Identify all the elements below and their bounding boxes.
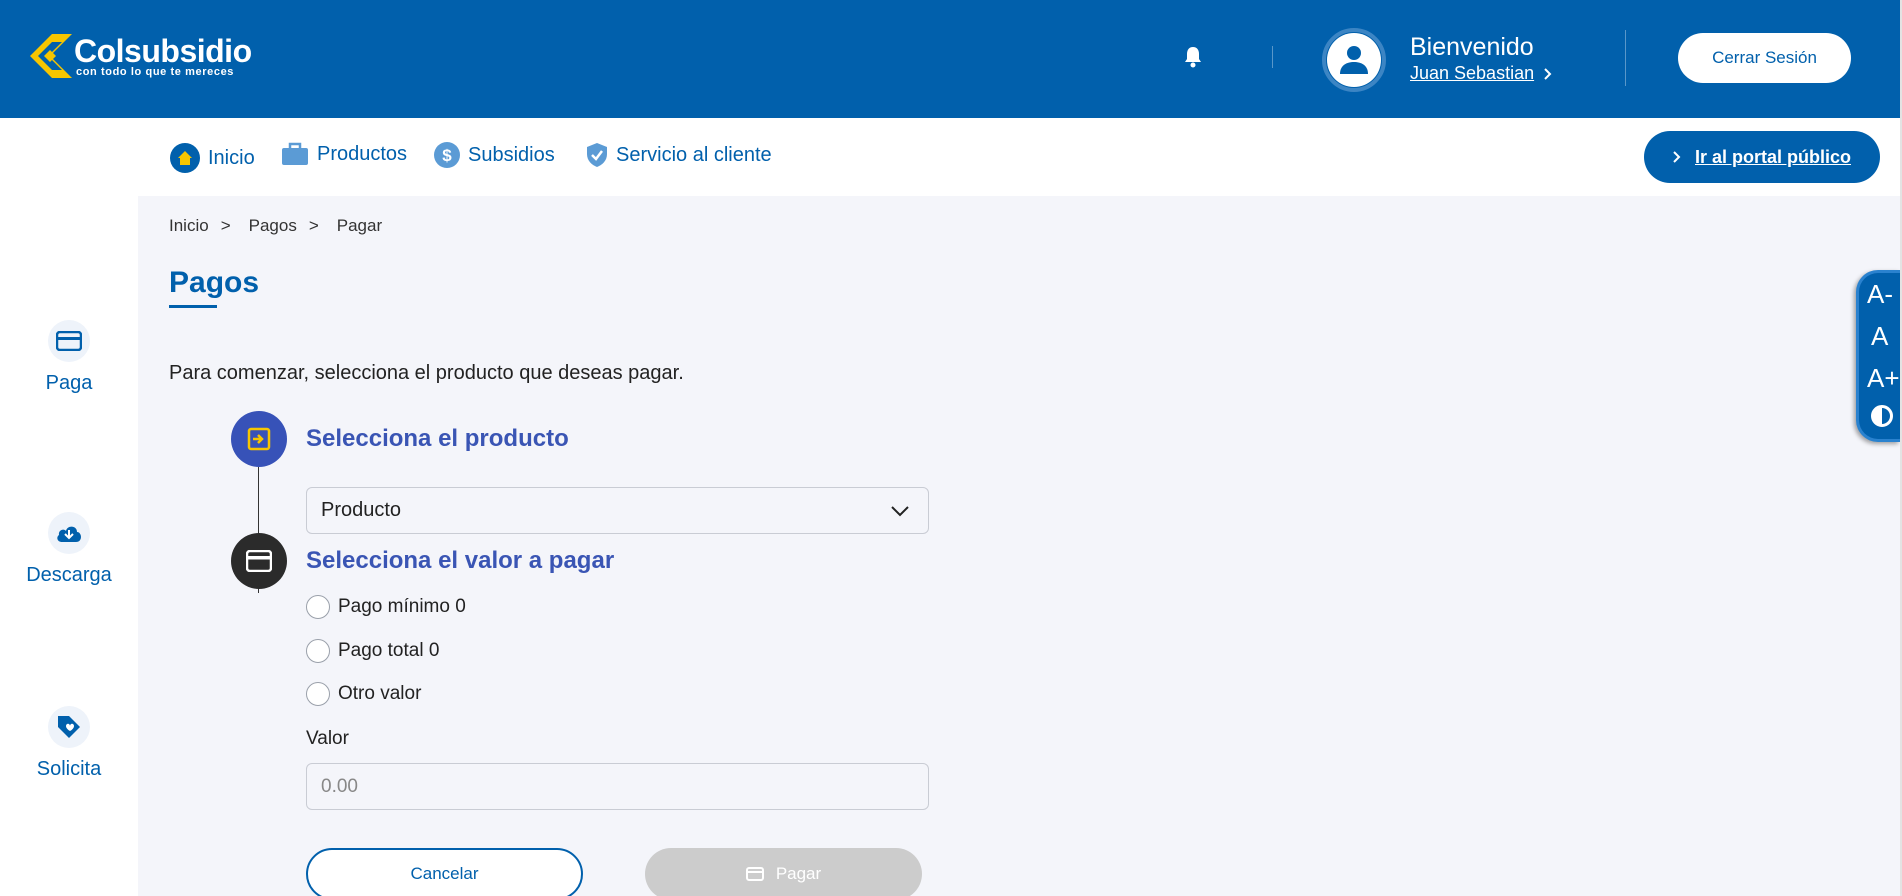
nav-item-productos[interactable]: Productos: [281, 142, 407, 166]
chevron-right-icon: [1673, 151, 1681, 163]
tag-heart-icon: [48, 706, 90, 748]
chevron-right-icon: [1544, 67, 1552, 80]
nav-item-servicio[interactable]: Servicio al cliente: [586, 142, 772, 168]
sidebar-item-label: Descarga: [26, 564, 112, 586]
header-divider: [1625, 30, 1626, 86]
option-label: Pago total 0: [338, 640, 440, 661]
step-2-indicator: [231, 533, 287, 589]
sidebar-item-label: Paga: [45, 372, 93, 394]
credit-card-icon: [246, 550, 272, 572]
chevron-down-icon: [891, 505, 909, 516]
font-increase-button[interactable]: A+: [1867, 363, 1900, 394]
step-1-title: Selecciona el producto: [306, 425, 569, 452]
portal-publico-button[interactable]: Ir al portal público: [1644, 131, 1880, 183]
sign-in-icon: [247, 427, 271, 451]
breadcrumb-separator: >: [220, 216, 231, 235]
bell-icon[interactable]: [1183, 46, 1203, 68]
option-pago-total[interactable]: Pago total 0: [306, 639, 439, 663]
portal-publico-label: Ir al portal público: [1694, 146, 1851, 167]
sidebar-item-label: Solicita: [36, 758, 102, 780]
sidebar: Paga Descarga Solicita: [0, 118, 138, 896]
breadcrumb-item-pagar: Pagar: [336, 216, 383, 235]
cloud-download-icon: [48, 512, 90, 554]
nav-item-label: Servicio al cliente: [616, 143, 772, 166]
product-select-value: Producto: [321, 499, 402, 521]
option-otro-valor[interactable]: Otro valor: [306, 682, 421, 706]
nav-item-subsidios[interactable]: $ Subsidios: [434, 142, 555, 168]
option-pago-minimo[interactable]: Pago mínimo 0: [306, 595, 466, 619]
briefcase-icon: [282, 142, 308, 165]
shield-check-icon: [587, 143, 607, 167]
breadcrumb-item-pagos[interactable]: Pagos: [249, 216, 297, 236]
option-label: Pago mínimo 0: [338, 596, 466, 617]
pay-button[interactable]: Pagar: [645, 848, 922, 896]
contrast-icon[interactable]: [1871, 405, 1893, 427]
logout-button[interactable]: Cerrar Sesión: [1678, 33, 1851, 83]
title-underline: [169, 305, 217, 308]
product-select[interactable]: Producto: [306, 487, 929, 534]
breadcrumb: Inicio > Pagos > Pagar: [169, 216, 382, 236]
step-2-title: Selecciona el valor a pagar: [306, 547, 615, 574]
radio-button[interactable]: [306, 595, 330, 619]
logo-mark-icon: [30, 34, 72, 78]
credit-card-icon: [48, 320, 90, 362]
username-link[interactable]: Juan Sebastian: [1410, 63, 1552, 84]
header-divider: [1272, 46, 1273, 68]
user-avatar[interactable]: [1322, 28, 1386, 92]
home-icon: [170, 143, 200, 173]
sidebar-item-descarga[interactable]: Descarga: [0, 512, 138, 587]
colsubsidio-logo[interactable]: Colsubsidio con todo lo que te mereces: [30, 34, 252, 80]
valor-label: Valor: [306, 728, 349, 749]
nav-item-label: Productos: [317, 142, 408, 165]
user-avatar-icon: [1340, 46, 1368, 74]
breadcrumb-separator: >: [308, 216, 319, 235]
nav-item-label: Subsidios: [468, 143, 555, 166]
pay-button-label: Pagar: [775, 864, 822, 883]
font-normal-button[interactable]: A: [1871, 321, 1888, 352]
step-1-indicator: [231, 411, 287, 467]
dollar-icon: $: [434, 142, 460, 168]
welcome-text: Bienvenido: [1410, 33, 1534, 61]
logo-tagline: con todo lo que te mereces: [76, 66, 235, 78]
sidebar-item-solicita[interactable]: Solicita: [0, 706, 138, 781]
breadcrumb-item-inicio[interactable]: Inicio: [169, 216, 209, 236]
username-label: Juan Sebastian: [1410, 63, 1535, 83]
nav-item-inicio[interactable]: Inicio: [170, 143, 255, 173]
accessibility-toolbar: A- A A+: [1856, 270, 1900, 442]
logo-name: Colsubsidio: [74, 33, 252, 69]
cancel-button[interactable]: Cancelar: [306, 848, 583, 896]
sidebar-item-paga[interactable]: Paga: [0, 320, 138, 395]
radio-button[interactable]: [306, 682, 330, 706]
top-nav: Inicio Productos $ Subsidios Servicio al…: [138, 118, 1900, 196]
valor-input[interactable]: [306, 763, 929, 810]
credit-card-icon: [745, 867, 764, 881]
font-decrease-button[interactable]: A-: [1867, 279, 1893, 310]
svg-text:$: $: [442, 146, 452, 165]
option-label: Otro valor: [338, 683, 422, 704]
nav-item-label: Inicio: [208, 146, 255, 169]
radio-button[interactable]: [306, 639, 330, 663]
intro-text: Para comenzar, selecciona el producto qu…: [169, 362, 684, 384]
header: Colsubsidio con todo lo que te mereces B…: [0, 0, 1900, 118]
page-title: Pagos: [169, 266, 260, 299]
